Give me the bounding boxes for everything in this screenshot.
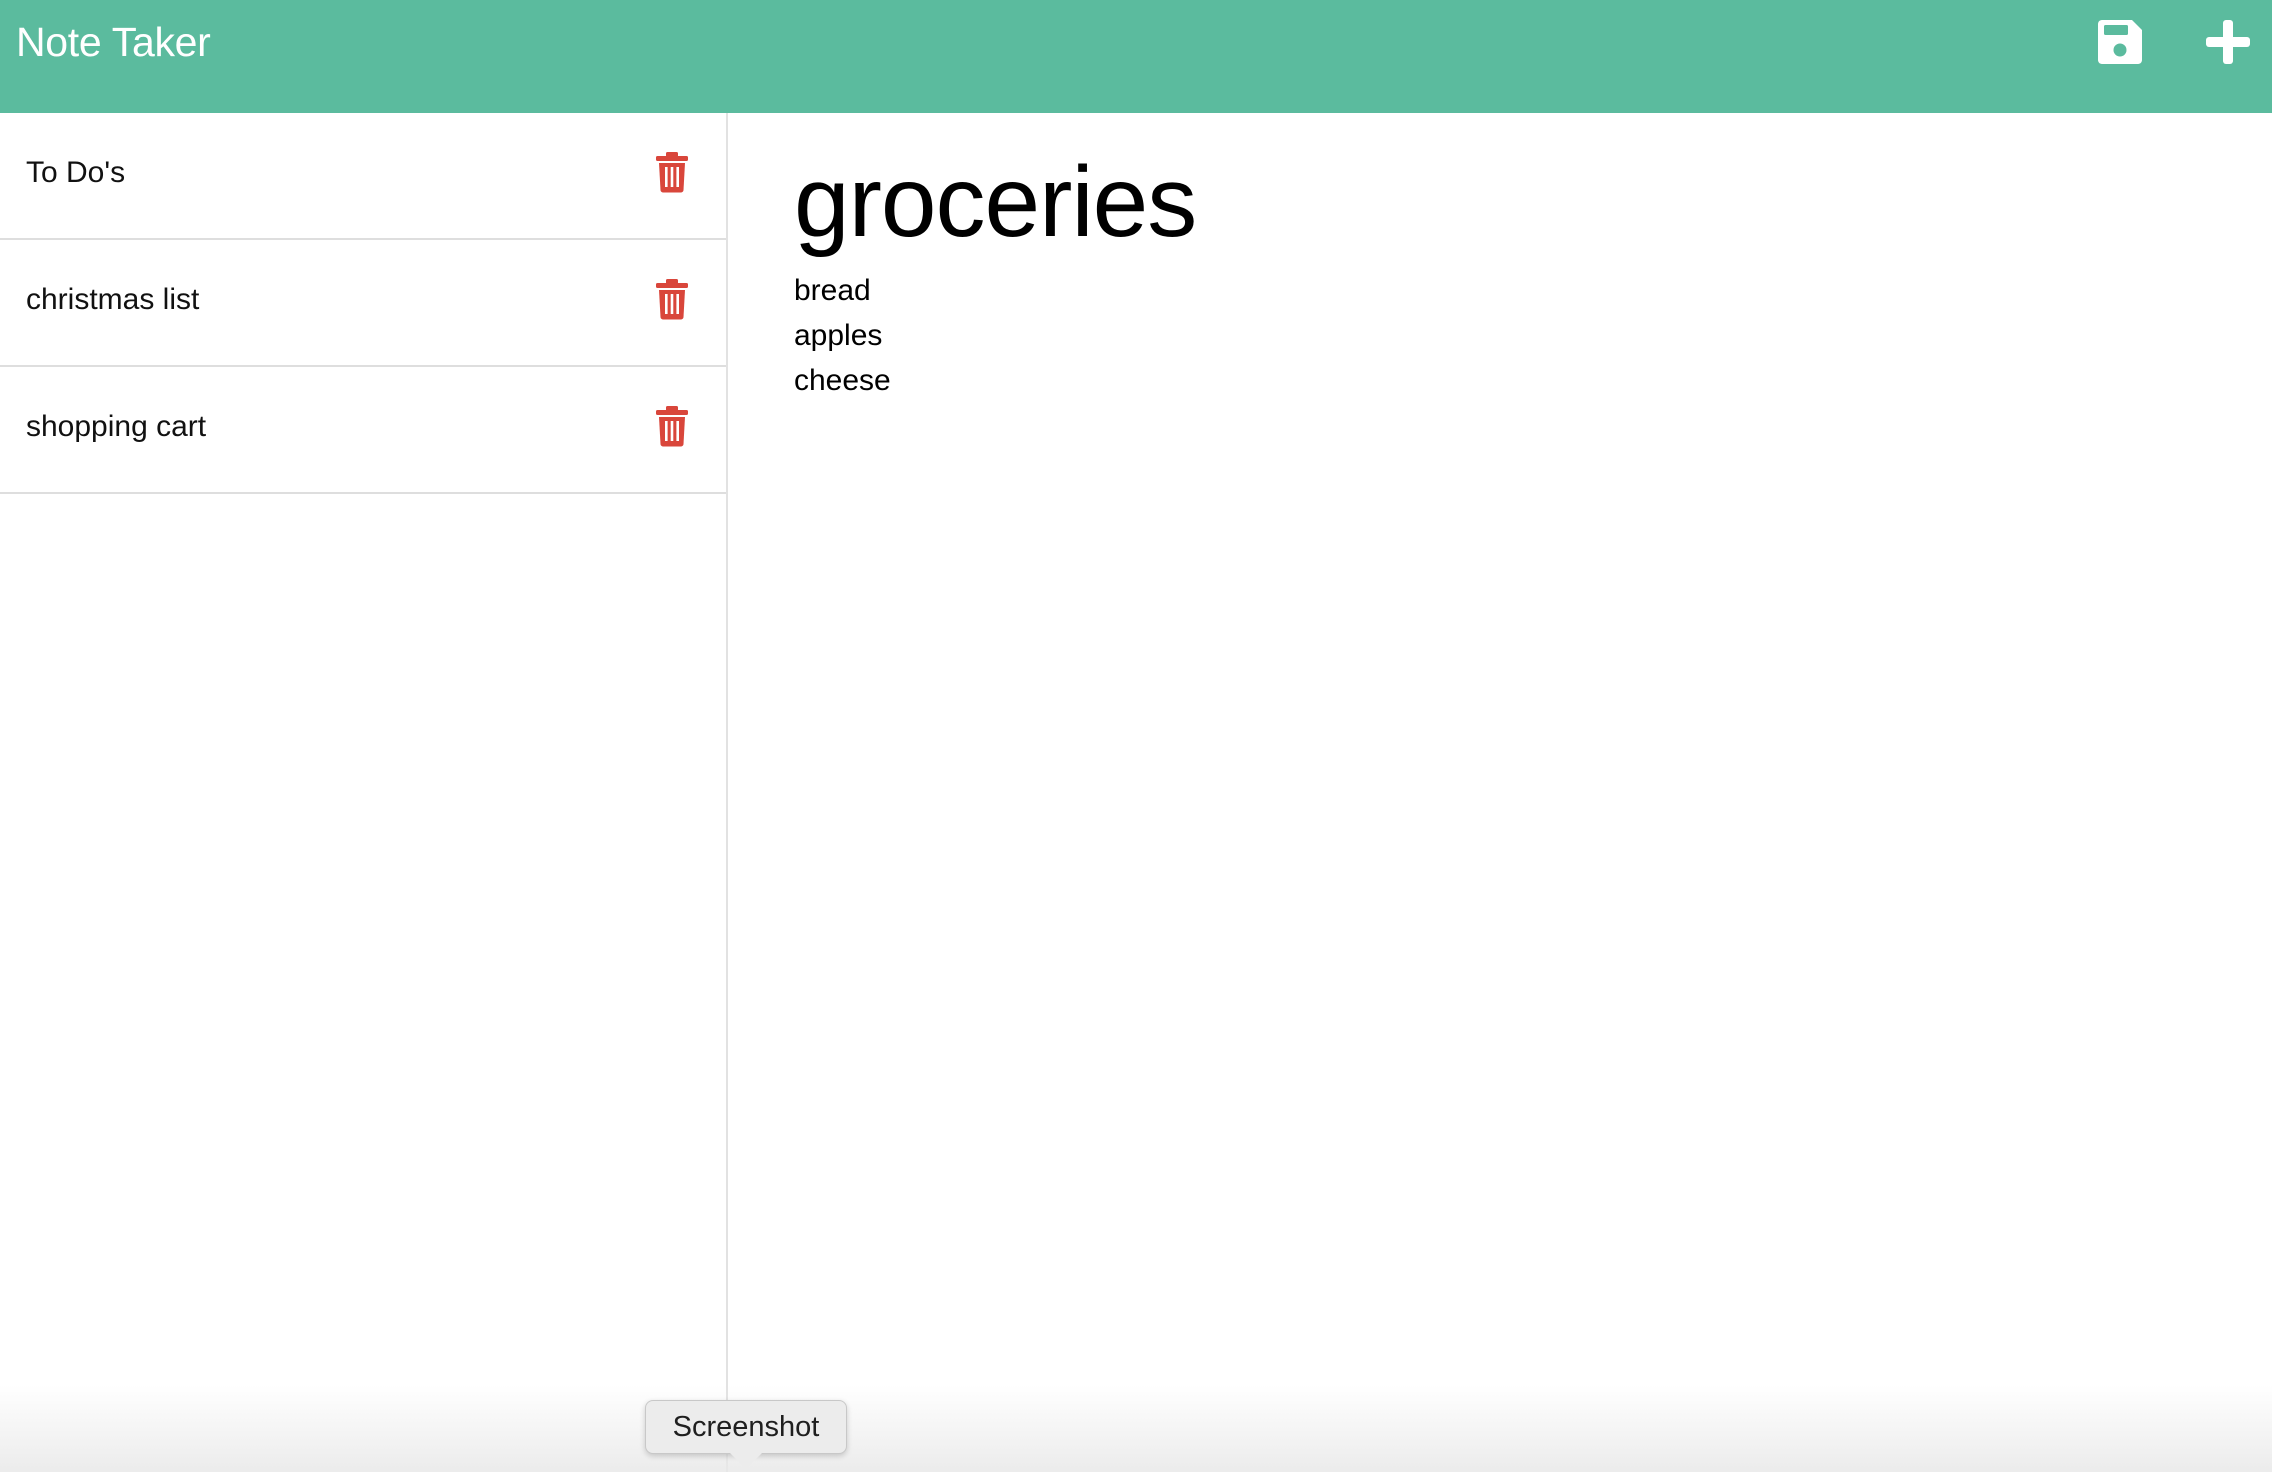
- trash-icon: [656, 406, 688, 447]
- note-list-item[interactable]: christmas list: [0, 240, 726, 367]
- note-list-item-title: christmas list: [26, 283, 200, 316]
- plus-icon: [2206, 20, 2250, 64]
- note-text-area[interactable]: bread apples cheese: [794, 268, 891, 403]
- note-list: To Do's christmas list shopping cart: [0, 113, 726, 494]
- save-note-button[interactable]: [2092, 14, 2148, 70]
- trash-icon: [656, 152, 688, 193]
- navbar: Note Taker: [0, 0, 2272, 113]
- floppy-disk-icon: [2098, 20, 2142, 64]
- note-list-item[interactable]: To Do's: [0, 113, 726, 240]
- delete-note-button[interactable]: [654, 151, 690, 193]
- app-title[interactable]: Note Taker: [16, 18, 211, 66]
- delete-note-button[interactable]: [654, 405, 690, 447]
- trash-icon: [656, 279, 688, 320]
- note-list-item-title: To Do's: [26, 156, 126, 189]
- screenshot-tooltip: Screenshot: [645, 1400, 847, 1454]
- note-editor: groceries bread apples cheese: [730, 113, 2272, 1472]
- note-list-item-title: shopping cart: [26, 410, 207, 443]
- notes-sidebar: To Do's christmas list shopping cart: [0, 113, 728, 1472]
- new-note-button[interactable]: [2200, 14, 2256, 70]
- note-list-item[interactable]: shopping cart: [0, 367, 726, 494]
- delete-note-button[interactable]: [654, 278, 690, 320]
- note-title-input[interactable]: groceries: [794, 143, 1197, 261]
- tooltip-arrow: [730, 1453, 762, 1469]
